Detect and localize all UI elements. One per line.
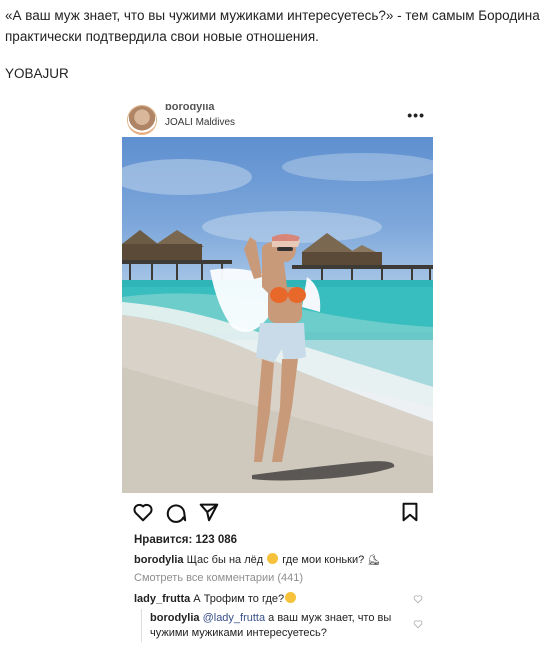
reply-thread-line <box>141 609 142 642</box>
post-photo[interactable] <box>122 137 433 493</box>
post-header: borodylia JOALI Maldives ••• <box>122 104 433 137</box>
ice-skate-emoji-icon: ⛸ <box>367 555 380 566</box>
article-quote: «А ваш муж знает, что вы чужими мужиками… <box>5 8 540 44</box>
like-reply-heart-icon[interactable] <box>413 619 423 629</box>
like-comment-heart-icon[interactable] <box>413 594 423 604</box>
comment-author[interactable]: lady_frutta <box>134 593 190 605</box>
post-actions <box>122 499 433 527</box>
reply-comment: borodylia @lady_frutta а ваш муж знает, … <box>150 611 400 641</box>
sweat-smile-emoji-icon <box>267 553 279 564</box>
beach-photo-art <box>122 153 433 493</box>
comment: lady_frutta А Трофим то где? <box>134 592 297 605</box>
instagram-post: borodylia JOALI Maldives ••• Нравится: 1… <box>122 104 433 644</box>
comment-text: А Трофим то где? <box>190 593 285 605</box>
caption-author[interactable]: borodylia <box>134 554 184 566</box>
post-username[interactable]: borodylia <box>165 104 215 113</box>
grimace-emoji-icon <box>285 592 297 603</box>
view-all-comments-link[interactable]: Смотреть все комментарии (441) <box>134 572 303 584</box>
reply-author[interactable]: borodylia <box>150 612 200 624</box>
reply-mention[interactable]: @lady_frutta <box>203 612 266 624</box>
likes-count[interactable]: Нравится: 123 086 <box>134 534 237 546</box>
caption-text-1: Щас бы на лёд <box>183 554 267 566</box>
more-dots-icon[interactable]: ••• <box>407 107 425 123</box>
avatar[interactable] <box>128 106 156 134</box>
post-location[interactable]: JOALI Maldives <box>165 117 235 128</box>
comment-icon[interactable] <box>165 501 187 523</box>
heart-icon[interactable] <box>132 501 154 523</box>
article-source[interactable]: YOBAJUR <box>5 66 69 81</box>
send-icon[interactable] <box>198 501 220 523</box>
post-caption: borodylia Щас бы на лёд где мои коньки? … <box>134 553 380 566</box>
bookmark-icon[interactable] <box>399 501 421 523</box>
caption-text-2: где мои коньки? <box>279 554 368 566</box>
